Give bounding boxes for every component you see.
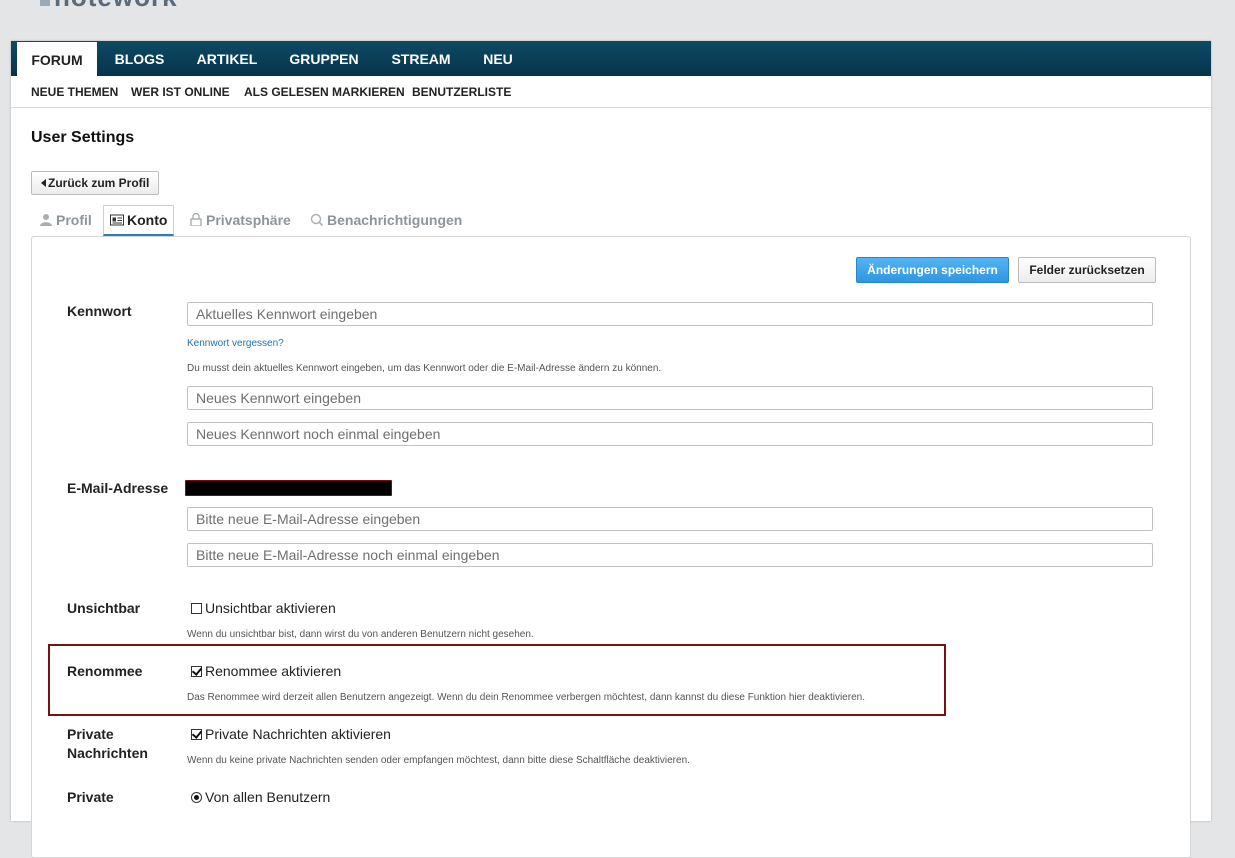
nav-tab-forum[interactable]: FORUM (17, 42, 97, 77)
private-messages-checkbox[interactable] (191, 729, 202, 740)
reputation-label: Renommee (67, 663, 143, 679)
top-navigation: FORUM BLOGS ARTIKEL GRUPPEN STREAM NEU (11, 41, 1211, 77)
email-label: E-Mail-Adresse (67, 480, 169, 496)
subnav-neue-themen[interactable]: NEUE THEMEN (31, 85, 118, 99)
tab-konto[interactable]: Konto (103, 205, 175, 236)
private-messages-checkbox-row[interactable]: Private Nachrichten aktivieren (191, 725, 391, 743)
save-changes-button[interactable]: Änderungen speichern (856, 257, 1009, 283)
tab-profil-label: Profil (56, 212, 92, 228)
reputation-checkbox-row[interactable]: Renommee aktivieren (191, 662, 341, 680)
tab-privatsphaere-label: Privatsphäre (206, 212, 291, 228)
id-card-icon (110, 214, 124, 226)
back-button-label: Zurück zum Profil (48, 176, 150, 190)
invisible-checkbox-label: Unsichtbar aktivieren (205, 600, 336, 616)
tab-konto-label: Konto (127, 212, 168, 228)
repeat-password-input[interactable] (187, 422, 1153, 446)
private-messages-label-line2: Nachrichten (67, 745, 148, 761)
nav-tab-blogs[interactable]: BLOGS (102, 41, 177, 76)
forgot-password-link[interactable]: Kennwort vergessen? (187, 338, 284, 349)
private-from-all-radio[interactable] (191, 792, 202, 803)
reset-fields-button[interactable]: Felder zurücksetzen (1018, 257, 1156, 283)
new-email-input[interactable] (187, 507, 1153, 531)
invisible-label: Unsichtbar (67, 600, 141, 616)
tab-privatsphaere[interactable]: Privatsphäre (189, 211, 291, 235)
invisible-checkbox[interactable] (191, 603, 202, 614)
account-settings-panel: Änderungen speichern Felder zurücksetzen… (31, 236, 1191, 858)
password-hint: Du musst dein aktuelles Kennwort eingebe… (187, 363, 662, 374)
private-from-radio-row[interactable]: Von allen Benutzern (191, 788, 330, 806)
private-messages-label: Private Nachrichten (67, 725, 148, 763)
reputation-hint: Das Renommee wird derzeit allen Benutzer… (187, 692, 865, 703)
new-password-input[interactable] (187, 386, 1153, 410)
password-label: Kennwort (67, 303, 132, 319)
page-title: User Settings (31, 129, 135, 146)
reputation-highlight-box (48, 644, 946, 716)
site-logo[interactable]: notework (40, 0, 178, 8)
logo-icon (40, 0, 50, 6)
private-from-label: Private (67, 789, 114, 805)
reputation-checkbox-label: Renommee aktivieren (205, 663, 342, 679)
subnav-benutzerliste[interactable]: BENUTZERLISTE (412, 85, 511, 99)
invisible-hint: Wenn du unsichtbar bist, dann wirst du v… (187, 629, 534, 640)
redacted-email (185, 480, 392, 496)
reputation-checkbox[interactable] (191, 666, 202, 677)
current-password-input[interactable] (187, 302, 1153, 326)
main-frame: FORUM BLOGS ARTIKEL GRUPPEN STREAM NEU N… (11, 41, 1211, 858)
nav-tab-neu[interactable]: NEU (473, 41, 523, 76)
tab-benachrichtigungen[interactable]: Benachrichtigungen (310, 211, 462, 235)
caret-left-icon (41, 179, 46, 187)
user-icon (40, 214, 52, 226)
invisible-checkbox-row[interactable]: Unsichtbar aktivieren (191, 599, 336, 617)
nav-tab-gruppen[interactable]: GRUPPEN (279, 41, 369, 76)
tab-profil[interactable]: Profil (39, 211, 92, 235)
bell-icon (310, 213, 324, 226)
private-from-all-label: Von allen Benutzern (205, 789, 331, 805)
nav-tab-artikel[interactable]: ARTIKEL (189, 41, 265, 76)
sub-navigation: NEUE THEMEN WER IST ONLINE ALS GELESEN M… (11, 76, 1211, 108)
nav-tab-stream[interactable]: STREAM (383, 41, 459, 76)
subnav-wer-ist-online[interactable]: WER IST ONLINE (131, 85, 230, 99)
tab-benachrichtigungen-label: Benachrichtigungen (327, 212, 463, 228)
subnav-als-gelesen-markieren[interactable]: ALS GELESEN MARKIEREN (244, 85, 405, 99)
back-to-profile-button[interactable]: Zurück zum Profil (31, 171, 160, 195)
private-messages-label-line1: Private (67, 726, 114, 742)
repeat-email-input[interactable] (187, 543, 1153, 567)
private-messages-checkbox-label: Private Nachrichten aktivieren (205, 726, 391, 742)
private-messages-hint: Wenn du keine private Nachrichten senden… (187, 755, 690, 766)
lock-icon (190, 213, 202, 226)
